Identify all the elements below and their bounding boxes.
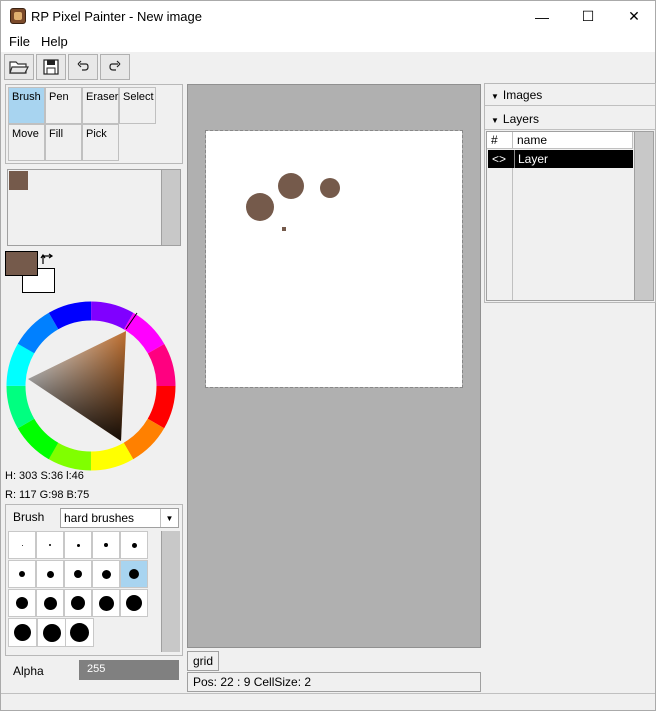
tool-select[interactable]: Select — [119, 87, 156, 124]
brush-size-5[interactable] — [120, 531, 148, 559]
layer-name: Layer — [518, 152, 549, 166]
chevron-down-icon: ▼ — [160, 509, 178, 527]
images-section-header[interactable]: ▼ Images — [485, 84, 655, 106]
brush-size-6[interactable] — [8, 560, 36, 588]
primary-color[interactable] — [5, 251, 38, 276]
brush-size-4[interactable] — [92, 531, 120, 559]
column-header-name[interactable]: name — [513, 132, 633, 149]
tool-fill[interactable]: Fill — [45, 124, 82, 161]
hsl-readout: H: 303 S:36 l:46 — [5, 470, 84, 482]
history-swatch[interactable] — [9, 171, 28, 190]
paint-dot — [282, 227, 286, 231]
brush-size-17[interactable] — [37, 618, 66, 647]
tool-brush[interactable]: Brush — [8, 87, 45, 124]
layer-visibility-icon[interactable]: <> — [492, 152, 506, 166]
grid-toggle-button[interactable]: grid — [187, 651, 219, 671]
alpha-label: Alpha — [13, 664, 44, 678]
window-title: RP Pixel Painter - New image — [31, 9, 202, 24]
layers-section-header[interactable]: ▼ Layers — [485, 108, 655, 130]
layers-label: Layers — [502, 112, 539, 126]
paint-blob — [320, 178, 340, 198]
alpha-slider[interactable]: 255 — [79, 660, 179, 680]
alpha-value: 255 — [87, 663, 106, 675]
brush-size-14[interactable] — [92, 589, 120, 617]
toolbar — [1, 52, 655, 82]
column-header-hash[interactable]: # — [487, 132, 513, 149]
history-scrollbar[interactable] — [161, 170, 180, 245]
brush-size-10[interactable] — [120, 560, 148, 588]
tool-pen[interactable]: Pen — [45, 87, 82, 124]
brush-size-15[interactable] — [120, 589, 148, 617]
rgb-readout: R: 117 G:98 B:75 — [5, 489, 90, 501]
save-icon — [43, 59, 59, 75]
minimize-button[interactable]: — — [519, 1, 565, 32]
images-label: Images — [502, 88, 543, 102]
brush-size-16[interactable] — [8, 618, 37, 647]
layers-table: # name <> Layer — [486, 131, 654, 301]
status-readout: Pos: 22 : 9 CellSize: 2 — [187, 672, 481, 692]
brush-preset-select[interactable]: hard brushes ▼ — [60, 508, 179, 528]
drawing-canvas[interactable] — [205, 130, 463, 388]
color-history-panel — [7, 169, 181, 246]
brush-size-2[interactable] — [36, 531, 64, 559]
layer-row[interactable]: <> Layer — [488, 150, 633, 168]
tool-pick[interactable]: Pick — [82, 124, 119, 161]
maximize-button[interactable]: ☐ — [565, 1, 611, 32]
redo-icon — [109, 60, 121, 71]
paint-blob — [246, 193, 274, 221]
brush-size-8[interactable] — [64, 560, 92, 588]
brush-label: Brush — [13, 510, 45, 524]
menu-help[interactable]: Help — [41, 34, 68, 49]
save-button[interactable] — [36, 54, 66, 80]
app-window: RP Pixel Painter - New image — ☐ ✕ File … — [0, 0, 656, 711]
brush-preset-value: hard brushes — [64, 511, 135, 525]
row-divider — [514, 150, 515, 168]
brush-grid — [8, 531, 150, 651]
redo-button[interactable] — [100, 54, 130, 80]
undo-button[interactable] — [68, 54, 98, 80]
folder-open-icon — [9, 61, 29, 74]
close-button[interactable]: ✕ — [611, 1, 656, 32]
app-logo-icon — [10, 8, 26, 24]
menu-bar: File Help — [1, 32, 655, 52]
collapse-arrow-icon: ▼ — [491, 116, 499, 125]
brush-size-13[interactable] — [64, 589, 92, 617]
title-bar: RP Pixel Painter - New image — ☐ ✕ — [1, 1, 655, 32]
open-button[interactable] — [4, 54, 34, 80]
status-bar — [1, 693, 655, 710]
brush-size-9[interactable] — [92, 560, 120, 588]
brush-size-12[interactable] — [36, 589, 64, 617]
menu-file[interactable]: File — [9, 34, 30, 49]
brush-grid-scrollbar[interactable] — [161, 531, 180, 652]
brush-size-11[interactable] — [8, 589, 36, 617]
brush-size-1[interactable] — [8, 531, 36, 559]
paint-blob — [278, 173, 304, 199]
brush-size-18[interactable] — [65, 618, 94, 647]
swap-colors-icon[interactable] — [40, 253, 54, 267]
tool-move[interactable]: Move — [8, 124, 45, 161]
column-divider — [512, 168, 513, 300]
undo-icon — [77, 60, 89, 71]
tool-eraser[interactable]: Eraser — [82, 87, 119, 124]
collapse-arrow-icon: ▼ — [491, 92, 499, 101]
layers-scrollbar[interactable] — [634, 132, 653, 300]
brush-size-7[interactable] — [36, 560, 64, 588]
brush-size-3[interactable] — [64, 531, 92, 559]
color-wheel[interactable] — [6, 301, 176, 471]
